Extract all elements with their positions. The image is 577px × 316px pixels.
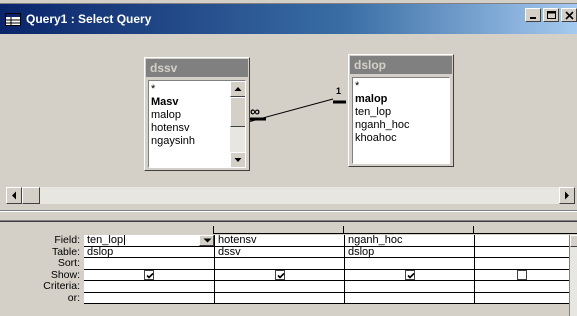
grid-or-cell[interactable] bbox=[84, 292, 214, 304]
field-list-title-dssv[interactable]: dssv bbox=[146, 59, 248, 77]
grid-criteria-cell[interactable] bbox=[345, 281, 474, 293]
checkmark-icon bbox=[276, 272, 285, 279]
grid-or-cell[interactable] bbox=[475, 292, 569, 304]
window-title: Query1 : Select Query bbox=[26, 12, 152, 26]
scroll-down-button[interactable] bbox=[230, 152, 245, 167]
show-checkbox[interactable] bbox=[404, 269, 415, 280]
query-window: Query1 : Select Query ∞ 1 dssv * Masv ma… bbox=[0, 0, 577, 316]
table-pane-hscrollbar[interactable] bbox=[6, 187, 575, 204]
grid-column-selectors[interactable] bbox=[84, 226, 577, 234]
grid-sort-cell[interactable] bbox=[345, 258, 474, 270]
close-icon bbox=[565, 11, 574, 20]
scroll-right-button[interactable] bbox=[559, 187, 575, 204]
checkmark-icon bbox=[406, 272, 415, 279]
field-dropdown-button[interactable] bbox=[199, 235, 214, 246]
field-item[interactable]: malop bbox=[353, 93, 449, 106]
table-pane[interactable]: ∞ 1 dssv * Masv malop hotensv ngaysinh d… bbox=[0, 34, 577, 187]
grid-table-cell[interactable]: dslop bbox=[84, 246, 214, 258]
relationship-one-label: 1 bbox=[336, 86, 342, 96]
field-list-dssv[interactable]: dssv * Masv malop hotensv ngaysinh bbox=[144, 57, 250, 171]
query-window-icon bbox=[5, 12, 21, 26]
grid-or-cell[interactable] bbox=[215, 292, 344, 304]
field-item[interactable]: ten_lop bbox=[353, 106, 449, 119]
field-list-scrollbar[interactable] bbox=[230, 81, 245, 167]
scroll-left-button[interactable] bbox=[6, 187, 22, 204]
minimize-button[interactable] bbox=[525, 8, 541, 22]
maximize-icon bbox=[547, 11, 556, 19]
arrow-right-icon bbox=[565, 191, 569, 200]
grid-table-cell[interactable] bbox=[475, 246, 569, 258]
grid-column[interactable]: ten_lop dslop bbox=[84, 235, 215, 304]
grid-or-cell[interactable] bbox=[345, 292, 474, 304]
row-label-sort: Sort: bbox=[57, 257, 80, 269]
grid-sort-cell[interactable] bbox=[475, 258, 569, 270]
arrow-up-icon bbox=[234, 87, 242, 91]
field-list-title-dslop[interactable]: dslop bbox=[350, 56, 452, 74]
checkmark-icon bbox=[146, 272, 154, 279]
title-buttons bbox=[523, 8, 577, 22]
grid-table-cell[interactable]: dslop bbox=[345, 246, 474, 258]
column-selector[interactable] bbox=[214, 226, 344, 234]
show-checkbox[interactable] bbox=[274, 269, 285, 280]
grid-criteria-cell[interactable] bbox=[215, 281, 344, 293]
grid-show-cell[interactable] bbox=[215, 269, 344, 281]
row-label-or: or: bbox=[67, 291, 80, 304]
relationship-line bbox=[247, 98, 346, 123]
grid-field-cell[interactable]: nganh_hoc bbox=[345, 235, 474, 247]
grid-vscrollbar[interactable] bbox=[569, 235, 577, 316]
grid-show-cell[interactable] bbox=[84, 269, 214, 281]
row-label-criteria: Criteria: bbox=[43, 280, 80, 292]
grid-column[interactable] bbox=[475, 235, 569, 304]
grid-sort-cell[interactable] bbox=[84, 258, 214, 270]
minimize-icon bbox=[530, 17, 536, 19]
grid-scroll-up-button[interactable] bbox=[570, 235, 577, 247]
scroll-up-button[interactable] bbox=[230, 81, 245, 97]
grid-criteria-cell[interactable] bbox=[475, 281, 569, 293]
splitter-line bbox=[0, 221, 577, 222]
grid-column[interactable]: nganh_hoc dslop bbox=[345, 235, 475, 304]
scroll-thumb-horizontal[interactable] bbox=[22, 187, 40, 204]
grid-field-cell[interactable]: ten_lop bbox=[84, 235, 214, 247]
row-label-field: Field: bbox=[54, 234, 80, 246]
design-grid[interactable]: Field: Table: Sort: Show: Criteria: or: … bbox=[0, 226, 577, 316]
maximize-button[interactable] bbox=[543, 8, 559, 22]
close-button[interactable] bbox=[561, 8, 577, 22]
grid-field-cell[interactable] bbox=[475, 235, 569, 247]
show-checkbox[interactable] bbox=[144, 269, 154, 280]
field-list-dslop[interactable]: dslop * malop ten_lop nganh_hoc khoahoc bbox=[348, 54, 454, 167]
splitter-line bbox=[0, 211, 577, 212]
title-bar[interactable]: Query1 : Select Query bbox=[0, 4, 577, 34]
grid-table-cell[interactable]: dssv bbox=[215, 246, 344, 258]
grid-field-cell[interactable]: hotensv bbox=[215, 235, 344, 247]
grid-criteria-cell[interactable] bbox=[84, 281, 214, 293]
show-checkbox[interactable] bbox=[517, 269, 527, 280]
field-list-box-dslop: * malop ten_lop nganh_hoc khoahoc bbox=[352, 77, 450, 164]
arrow-down-icon bbox=[234, 158, 242, 162]
arrow-left-icon bbox=[12, 191, 16, 200]
pane-splitter[interactable] bbox=[0, 204, 577, 226]
grid-show-cell[interactable] bbox=[475, 269, 569, 281]
grid-show-cell[interactable] bbox=[345, 269, 474, 281]
column-selector[interactable] bbox=[344, 226, 474, 234]
relationship-many-label: ∞ bbox=[250, 103, 260, 119]
grid-row-labels: Field: Table: Sort: Show: Criteria: or: bbox=[0, 234, 84, 304]
field-item[interactable]: * bbox=[353, 80, 449, 93]
scroll-thumb[interactable] bbox=[230, 97, 245, 127]
chevron-down-icon bbox=[203, 238, 212, 243]
field-value: ten_lop bbox=[87, 234, 124, 246]
field-item[interactable]: nganh_hoc bbox=[353, 119, 449, 132]
grid-sort-cell[interactable] bbox=[215, 258, 344, 270]
grid-column[interactable]: hotensv dssv bbox=[215, 235, 345, 304]
text-caret bbox=[124, 235, 126, 246]
field-list-box-dssv: * Masv malop hotensv ngaysinh bbox=[148, 80, 246, 168]
column-selector[interactable] bbox=[84, 226, 214, 234]
field-item[interactable]: khoahoc bbox=[353, 132, 449, 145]
